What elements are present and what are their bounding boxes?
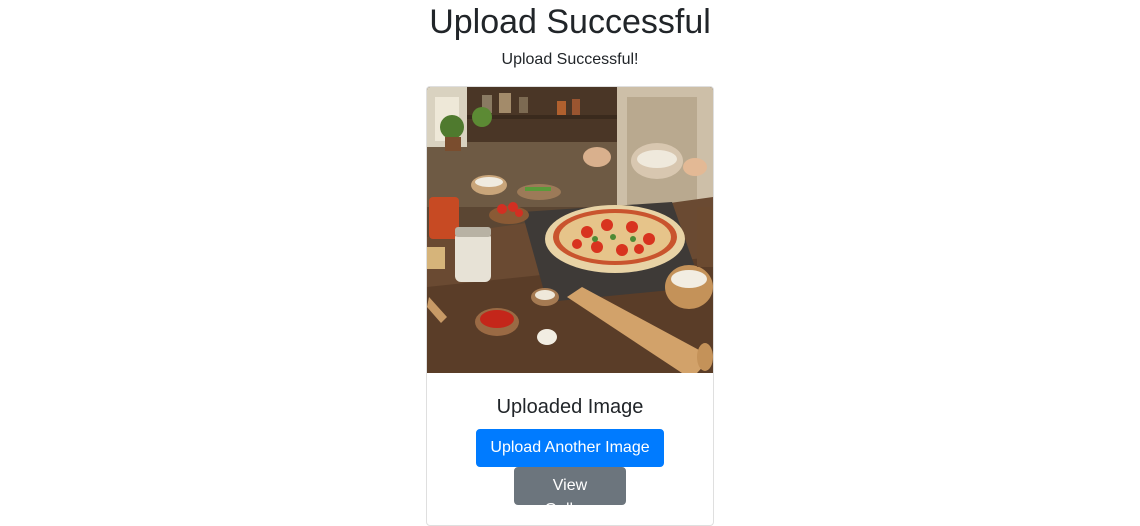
status-message: Upload Successful! [501,51,639,68]
upload-another-image-button[interactable]: Upload Another Image [476,429,664,467]
view-gallery-button[interactable]: View Gallery [514,467,626,518]
uploaded-image [427,87,713,373]
card-title: Uploaded Image [496,396,644,418]
page: Upload Successful Upload Successful! Upl… [0,0,1140,526]
uploaded-image-card: Uploaded Image Upload Another Image View… [426,86,714,526]
page-title: Upload Successful [429,3,711,41]
